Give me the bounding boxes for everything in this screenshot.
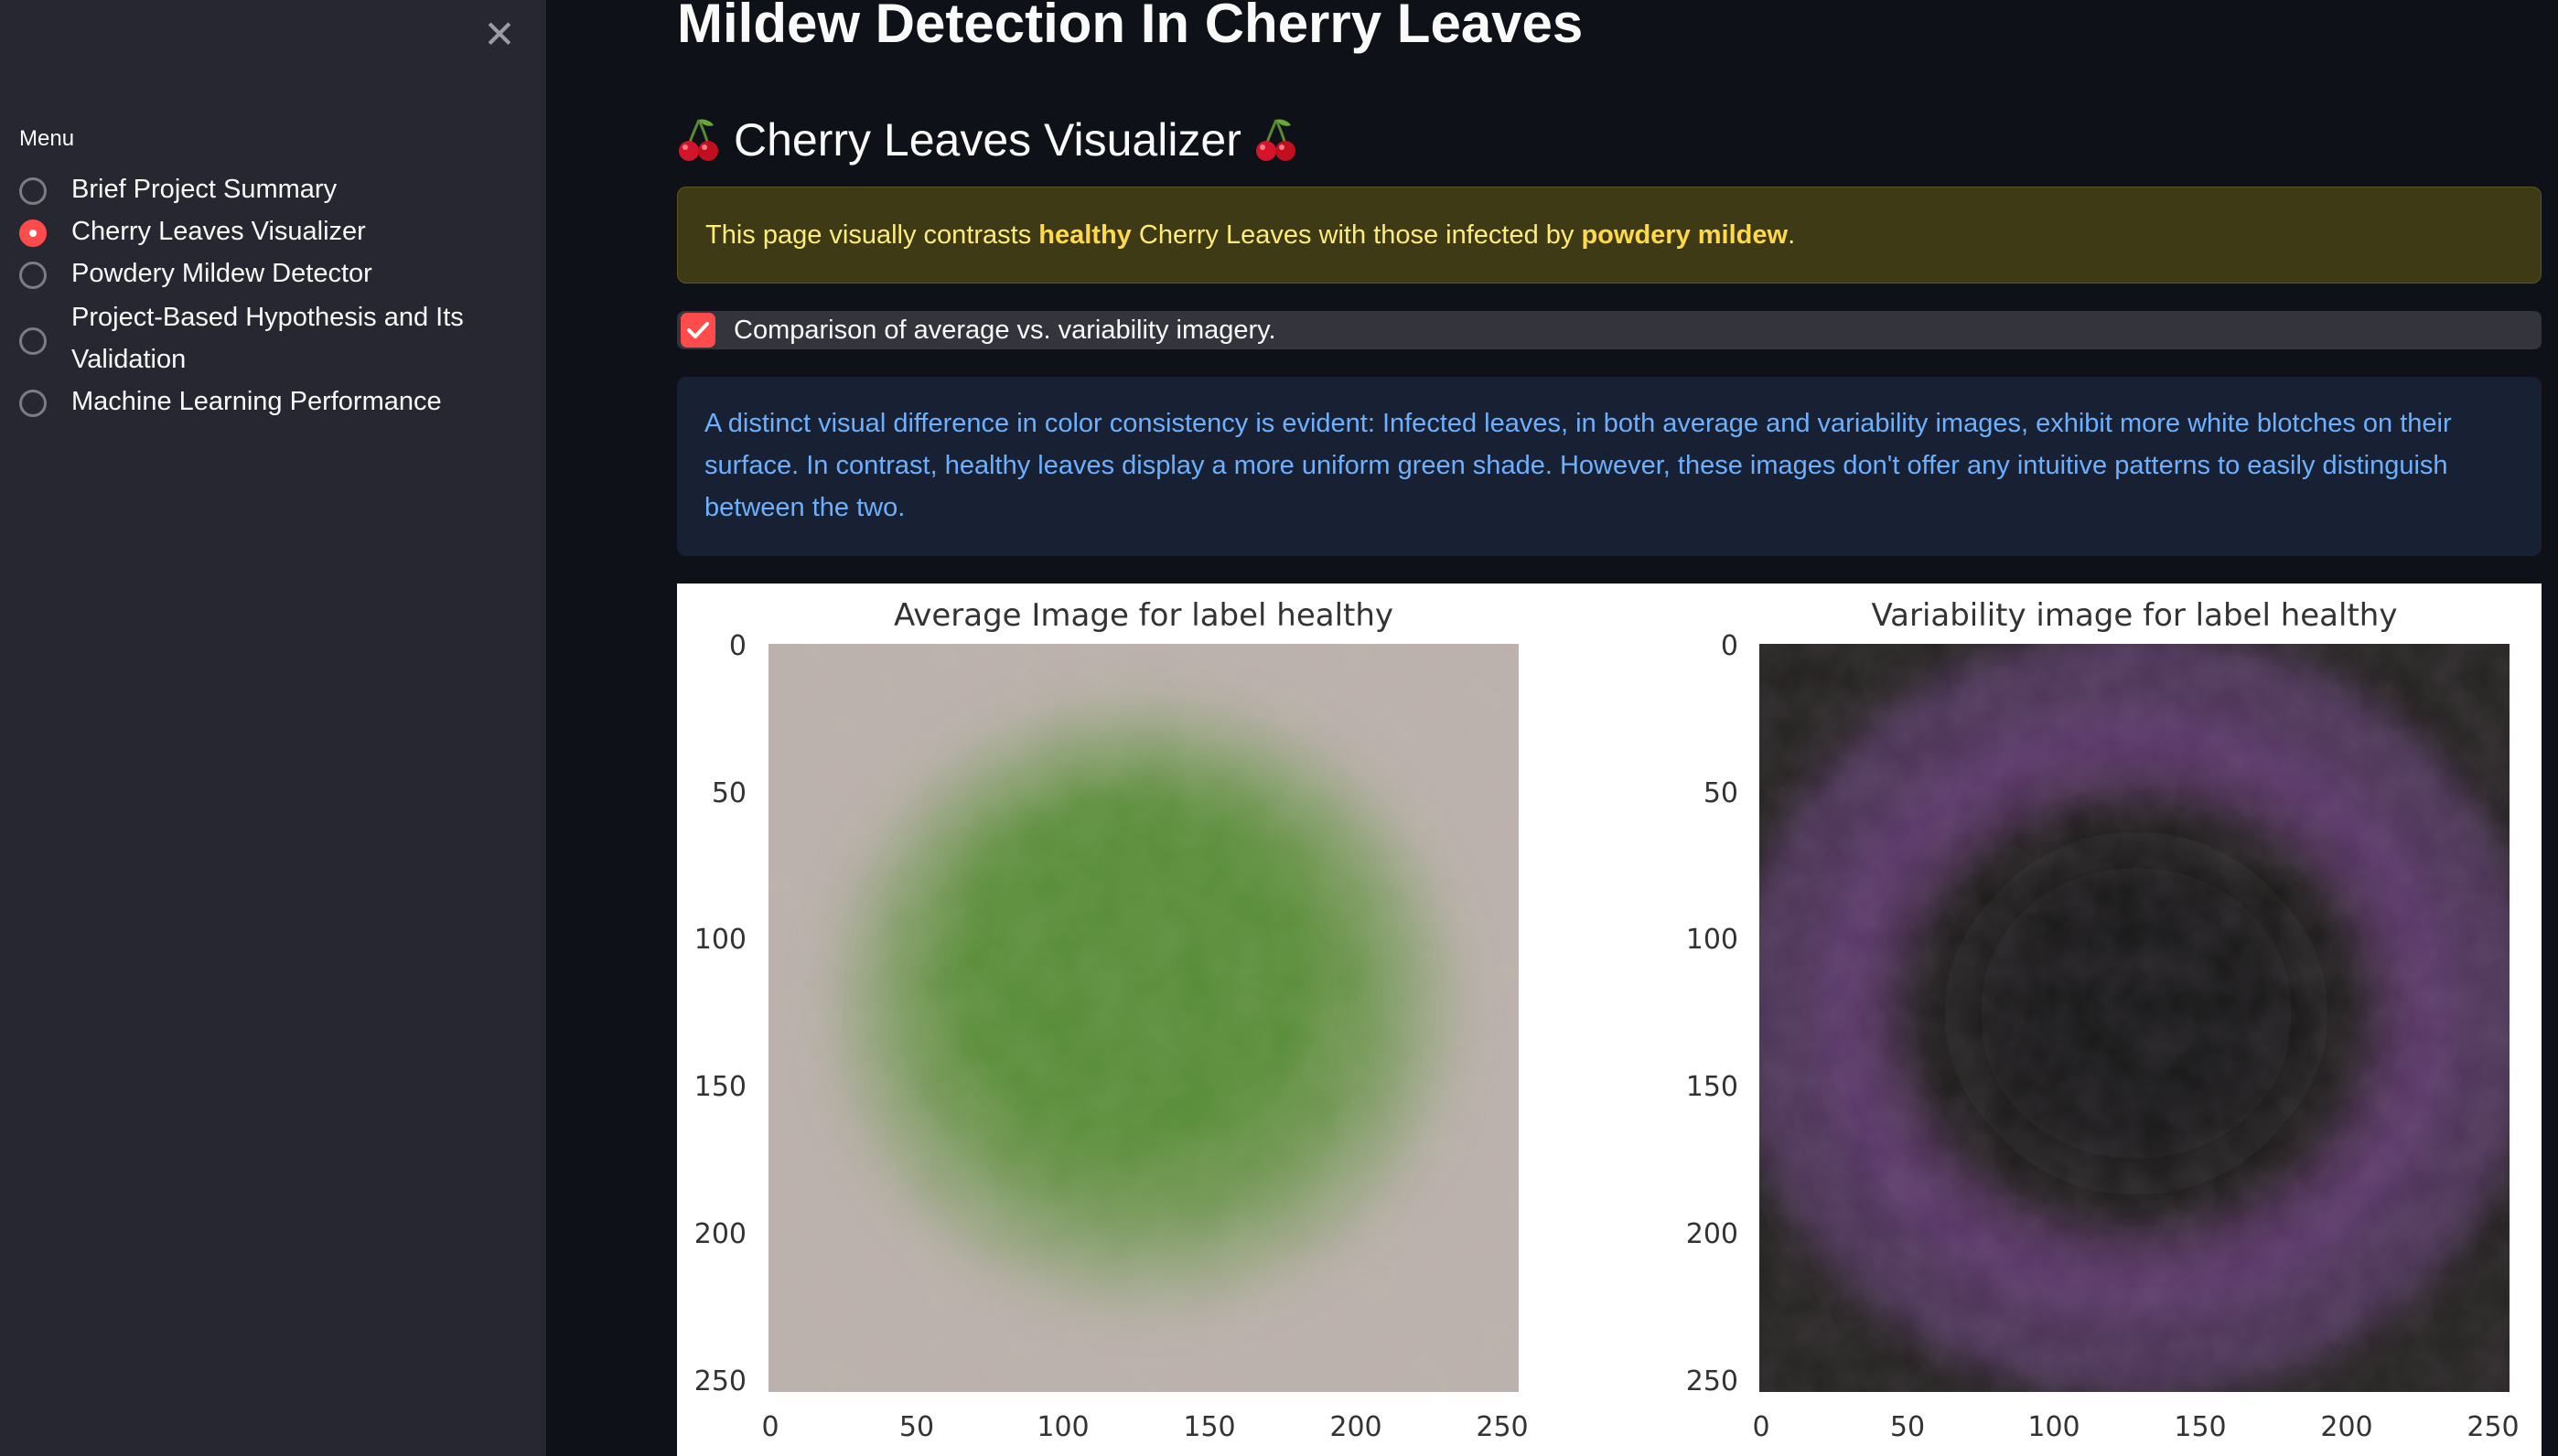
y-tick: 100 xyxy=(1686,924,1738,956)
menu-label: Menu xyxy=(19,126,75,151)
x-tick: 150 xyxy=(1183,1411,1235,1443)
menu-item-hypothesis-validation[interactable]: Project-Based Hypothesis and Its Validat… xyxy=(19,303,511,380)
checkbox-checked-icon[interactable] xyxy=(681,313,715,348)
menu-item-cherry-leaves-visualizer[interactable]: Cherry Leaves Visualizer xyxy=(19,217,366,252)
y-tick: 200 xyxy=(694,1218,747,1250)
y-tick: 250 xyxy=(694,1365,747,1397)
menu-item-label: Powdery Mildew Detector xyxy=(71,259,372,288)
menu-item-label: Machine Learning Performance xyxy=(71,387,442,416)
menu-item-brief-project-summary[interactable]: Brief Project Summary xyxy=(19,175,337,210)
radio-button-selected[interactable] xyxy=(19,219,47,247)
x-tick: 0 xyxy=(761,1411,779,1443)
x-tick: 150 xyxy=(2174,1411,2226,1443)
radio-button[interactable] xyxy=(19,177,47,205)
x-tick: 50 xyxy=(899,1411,934,1443)
y-tick: 50 xyxy=(712,777,747,809)
x-tick: 250 xyxy=(2467,1411,2519,1443)
y-tick: 0 xyxy=(729,630,747,662)
variability-y-ticks: 0 50 100 150 200 250 xyxy=(1686,630,1738,1397)
checkbox-label: Comparison of average vs. variability im… xyxy=(734,315,1276,345)
y-tick: 150 xyxy=(694,1071,747,1103)
sidebar: ✕ Menu Brief Project Summary Cherry Leav… xyxy=(0,0,546,1456)
y-tick: 250 xyxy=(1686,1365,1738,1397)
cherry-icon xyxy=(677,116,721,164)
info-message: A distinct visual difference in color co… xyxy=(677,377,2542,556)
menu-item-label: Project-Based Hypothesis and Its Validat… xyxy=(71,303,464,374)
y-tick: 0 xyxy=(1721,630,1738,662)
warning-text: This page visually contrasts healthy Che… xyxy=(705,219,1796,250)
panel-title-variability: Variability image for label healthy xyxy=(1872,597,2398,634)
panel-title-average: Average Image for label healthy xyxy=(894,597,1393,634)
radio-button[interactable] xyxy=(19,390,47,417)
menu-item-powdery-mildew-detector[interactable]: Powdery Mildew Detector xyxy=(19,259,372,294)
average-y-ticks: 0 50 100 150 200 250 xyxy=(694,630,747,1397)
cherry-icon xyxy=(1254,116,1298,164)
y-tick: 200 xyxy=(1686,1218,1738,1250)
subheader: Cherry Leaves Visualizer xyxy=(677,108,1298,172)
subheader-text: Cherry Leaves Visualizer xyxy=(734,114,1241,166)
comparison-checkbox[interactable]: Comparison of average vs. variability im… xyxy=(677,311,2542,349)
menu-item-label: Cherry Leaves Visualizer xyxy=(71,217,366,246)
image-comparison-figure: Average Image for label healthy 0 50 100… xyxy=(677,583,2542,1456)
warning-message: This page visually contrasts healthy Che… xyxy=(677,187,2542,284)
y-tick: 150 xyxy=(1686,1071,1738,1103)
y-tick: 50 xyxy=(1704,777,1738,809)
average-image xyxy=(768,644,1519,1392)
variability-x-ticks: 0 50 100 150 200 250 xyxy=(1752,1411,2519,1443)
x-tick: 200 xyxy=(1329,1411,1381,1443)
radio-button[interactable] xyxy=(19,262,47,289)
x-tick: 100 xyxy=(1037,1411,1089,1443)
menu-item-label: Brief Project Summary xyxy=(71,175,338,204)
page-title: Mildew Detection In Cherry Leaves xyxy=(677,0,1584,54)
x-tick: 200 xyxy=(2320,1411,2372,1443)
average-x-ticks: 0 50 100 150 200 250 xyxy=(761,1411,1528,1443)
close-icon[interactable]: ✕ xyxy=(478,16,521,54)
y-tick: 100 xyxy=(694,924,747,956)
x-tick: 250 xyxy=(1476,1411,1528,1443)
menu-item-ml-performance[interactable]: Machine Learning Performance xyxy=(19,387,442,423)
x-tick: 50 xyxy=(1890,1411,1925,1443)
x-tick: 0 xyxy=(1752,1411,1769,1443)
x-tick: 100 xyxy=(2027,1411,2080,1443)
radio-button[interactable] xyxy=(19,327,47,355)
variability-image xyxy=(1759,644,2510,1392)
